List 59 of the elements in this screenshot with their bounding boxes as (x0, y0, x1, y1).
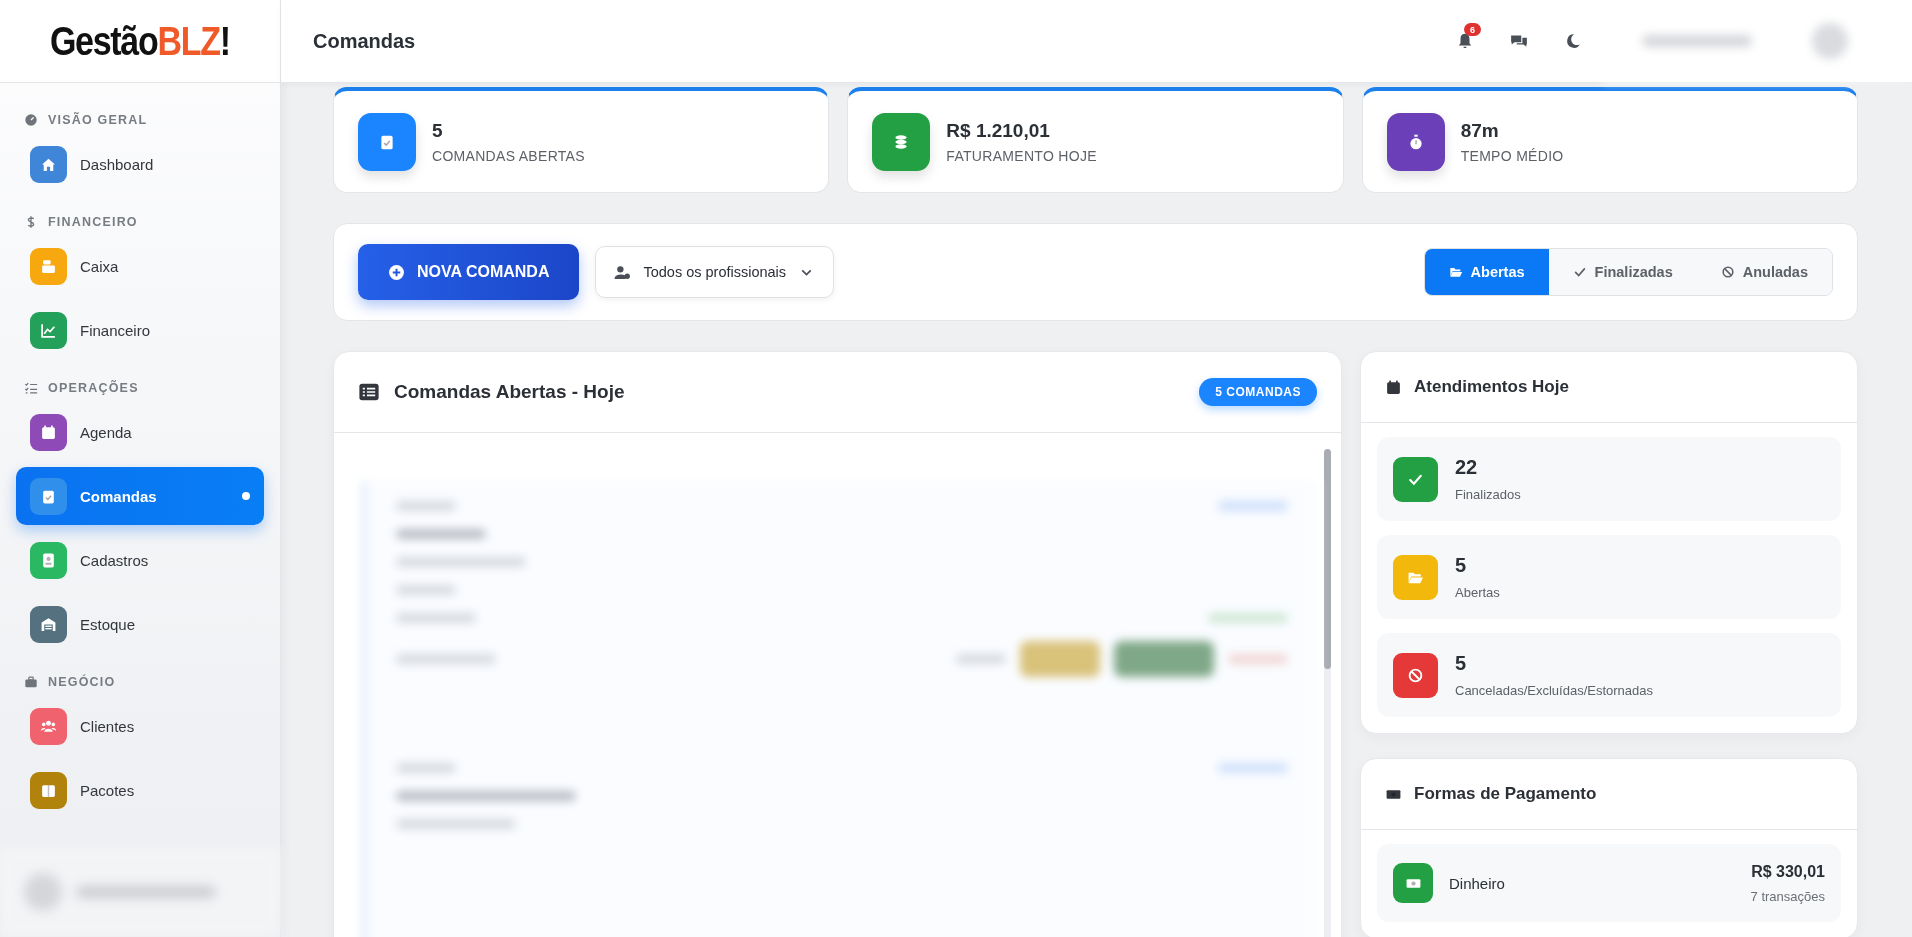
section-title: NEGÓCIO (48, 675, 116, 689)
sidebar-item[interactable]: Dashboard (16, 135, 264, 193)
section-title: FINANCEIRO (48, 215, 138, 229)
attendance-count: 5 (1455, 554, 1468, 577)
transaction-count: 7 transações (1750, 888, 1825, 904)
status-tab[interactable]: Anuladas (1696, 249, 1832, 295)
count-badge: 5 COMANDAS (1199, 378, 1317, 406)
sidebar-item[interactable]: Financeiro (16, 301, 264, 359)
section-title: VISÃO GERAL (48, 113, 148, 127)
status-tab[interactable]: Finalizadas (1548, 249, 1697, 295)
sidebar-item[interactable]: Estoque (16, 595, 264, 653)
sidebar-item[interactable]: Clientes (16, 697, 264, 755)
briefcase-icon (24, 675, 38, 689)
plus-circle-icon (388, 263, 405, 281)
scrollbar[interactable] (1324, 449, 1331, 937)
professional-select[interactable]: Todos os profissionais (595, 246, 835, 298)
calendar-icon (40, 423, 57, 441)
gauge-icon (24, 113, 38, 127)
status-tab[interactable]: Abertas (1424, 249, 1549, 295)
sidebar-item[interactable]: Cadastros (16, 531, 264, 589)
stat-value: 5 (432, 119, 444, 142)
card-title: Formas de Pagamento (1414, 784, 1597, 804)
list-icon (358, 381, 380, 403)
ban-icon (1407, 666, 1424, 684)
stat-label: FATURAMENTO HOJE (946, 147, 1097, 164)
sidebar-item[interactable]: Caixa (16, 237, 264, 295)
ban-icon (1720, 265, 1735, 279)
attendance-label: Abertas (1455, 585, 1500, 600)
calendar-icon (1385, 378, 1402, 396)
brand-logo: GestãoBLZ! (50, 18, 230, 64)
payment-amount: R$ 330,01 (1750, 862, 1825, 881)
stat-label: TEMPO MÉDIO (1460, 147, 1564, 164)
stat-value: R$ 1.210,01 (946, 119, 1051, 142)
moon-icon[interactable] (1564, 32, 1582, 50)
contact-card-icon (40, 551, 57, 569)
check-icon (1572, 265, 1587, 279)
line-chart-icon (40, 321, 57, 339)
page-title: Comandas (313, 29, 417, 53)
checklist-icon (24, 381, 38, 395)
section-title: OPERAÇÕES (48, 381, 139, 395)
sidebar-item[interactable]: Agenda (16, 403, 264, 461)
card-title: Atendimentos Hoje (1414, 377, 1569, 397)
attendance-count: 5 (1455, 652, 1468, 675)
folder-icon (1448, 265, 1463, 279)
cash-register-icon (40, 257, 57, 275)
attendance-label: Finalizados (1455, 487, 1521, 502)
bell-icon[interactable] (1456, 32, 1474, 50)
stat-label: COMANDAS ABERTAS (432, 147, 585, 164)
card-title: Comandas Abertas - Hoje (394, 381, 625, 403)
payment-method: Dinheiro (1449, 874, 1506, 892)
attendance-count: 22 (1455, 456, 1479, 479)
new-order-button[interactable]: NOVA COMANDA (358, 244, 580, 300)
sidebar-item[interactable]: Pacotes (16, 761, 264, 819)
notification-count: 6 (1464, 23, 1481, 36)
active-dot (242, 492, 250, 500)
warehouse-icon (40, 615, 57, 633)
sidebar-item[interactable]: Comandas (16, 467, 264, 525)
attendance-label: Canceladas/Excluídas/Estornadas (1455, 683, 1653, 698)
stat-value: 87m (1460, 119, 1500, 142)
